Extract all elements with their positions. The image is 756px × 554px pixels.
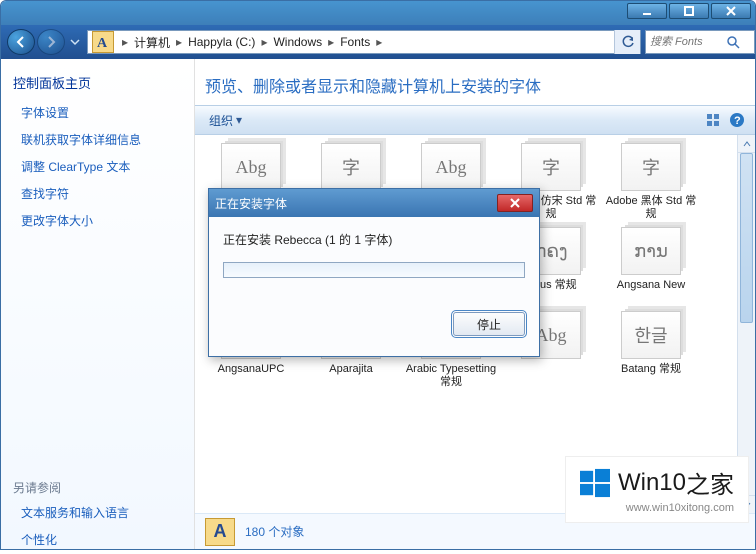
sidebar-link-cleartype[interactable]: 调整 ClearType 文本	[13, 158, 182, 175]
font-thumb-icon: Abg	[221, 143, 281, 191]
font-thumb-icon: ການ	[621, 227, 681, 275]
organize-label: 组织	[209, 112, 233, 129]
font-name-label: Adobe 黑体 Std 常规	[601, 195, 701, 221]
font-thumb-icon: 字	[621, 143, 681, 191]
chevron-down-icon: ▾	[236, 113, 242, 127]
font-item[interactable]: 한글 Batang 常规	[601, 311, 701, 389]
watermark: Win10之家 www.win10xitong.com	[566, 457, 748, 522]
font-thumb-icon: 字	[521, 143, 581, 191]
font-thumb-icon: 한글	[621, 311, 681, 359]
search-input[interactable]	[646, 35, 722, 49]
watermark-brand: Win10	[618, 469, 686, 497]
font-name-label: Arabic Typesetting 常规	[401, 363, 501, 389]
window-titlebar	[1, 1, 755, 25]
status-count: 180 个对象	[245, 523, 304, 540]
font-name-label: Aparajita	[301, 363, 401, 389]
font-name-label: Angsana New	[601, 279, 701, 305]
watermark-suffix: 之家	[686, 465, 734, 500]
page-title: 预览、删除或者显示和隐藏计算机上安装的字体	[195, 59, 755, 105]
breadcrumb-segment[interactable]: Fonts	[338, 35, 372, 49]
scroll-up-button[interactable]	[738, 135, 755, 153]
dialog-close-button[interactable]	[497, 194, 533, 212]
folder-icon: A	[92, 31, 114, 53]
refresh-button[interactable]	[614, 30, 640, 54]
progress-bar	[223, 262, 525, 278]
organize-button[interactable]: 组织▾	[203, 110, 248, 131]
scrollbar-thumb[interactable]	[740, 153, 753, 323]
breadcrumb-segment[interactable]: Windows	[271, 35, 324, 49]
history-dropdown-button[interactable]	[67, 29, 83, 55]
sidebar-see-also-heading: 另请参阅	[13, 479, 182, 496]
windows-logo-icon	[580, 468, 610, 498]
sidebar-link-online-fonts[interactable]: 联机获取字体详细信息	[13, 131, 182, 148]
install-font-dialog: 正在安装字体 正在安装 Rebecca (1 的 1 字体) 停止	[208, 188, 540, 357]
sidebar-link-find-char[interactable]: 查找字符	[13, 185, 182, 202]
breadcrumb-segment[interactable]: 计算机	[132, 34, 172, 51]
back-button[interactable]	[7, 29, 35, 55]
font-name-label: Batang 常规	[601, 363, 701, 389]
font-item[interactable]: 字 Adobe 黑体 Std 常规	[601, 143, 701, 221]
sidebar-link-font-settings[interactable]: 字体设置	[13, 104, 182, 121]
chevron-right-icon: ▸	[372, 35, 386, 49]
watermark-url: www.win10xitong.com	[580, 502, 734, 514]
help-button[interactable]: ?	[727, 110, 747, 130]
font-item[interactable]: ການ Angsana New	[601, 227, 701, 305]
breadcrumb[interactable]: A ▸ 计算机 ▸ Happyla (C:) ▸ Windows ▸ Fonts…	[87, 30, 641, 54]
sidebar-link-text-services[interactable]: 文本服务和输入语言	[13, 504, 182, 521]
dialog-message: 正在安装 Rebecca (1 的 1 字体)	[223, 231, 525, 248]
dialog-title: 正在安装字体	[215, 195, 287, 212]
dialog-titlebar[interactable]: 正在安装字体	[209, 189, 539, 217]
chevron-right-icon: ▸	[257, 35, 271, 49]
font-name-label: AngsanaUPC	[201, 363, 301, 389]
breadcrumb-segment[interactable]: Happyla (C:)	[186, 35, 257, 49]
stop-button[interactable]: 停止	[453, 312, 525, 336]
font-name-label	[501, 363, 601, 389]
stop-button-label: 停止	[477, 316, 501, 333]
sidebar: 控制面板主页 字体设置 联机获取字体详细信息 调整 ClearType 文本 查…	[1, 59, 195, 549]
svg-text:?: ?	[734, 115, 741, 127]
chevron-right-icon: ▸	[172, 35, 186, 49]
close-window-button[interactable]	[711, 3, 751, 19]
sidebar-link-font-size[interactable]: 更改字体大小	[13, 212, 182, 229]
svg-text:A: A	[97, 36, 108, 51]
view-button[interactable]	[703, 110, 723, 130]
chevron-right-icon: ▸	[324, 35, 338, 49]
font-thumb-icon: 字	[321, 143, 381, 191]
search-icon	[722, 35, 744, 49]
maximize-button[interactable]	[669, 3, 709, 19]
toolbar: 组织▾ ?	[195, 105, 755, 135]
forward-button[interactable]	[37, 29, 65, 55]
fonts-folder-icon: A	[205, 518, 235, 546]
sidebar-link-personalize[interactable]: 个性化	[13, 531, 182, 548]
font-thumb-icon: Abg	[421, 143, 481, 191]
nav-bar: A ▸ 计算机 ▸ Happyla (C:) ▸ Windows ▸ Fonts…	[1, 25, 755, 59]
chevron-right-icon: ▸	[118, 35, 132, 49]
search-box[interactable]	[645, 30, 755, 54]
sidebar-heading[interactable]: 控制面板主页	[13, 73, 182, 92]
minimize-button[interactable]	[627, 3, 667, 19]
